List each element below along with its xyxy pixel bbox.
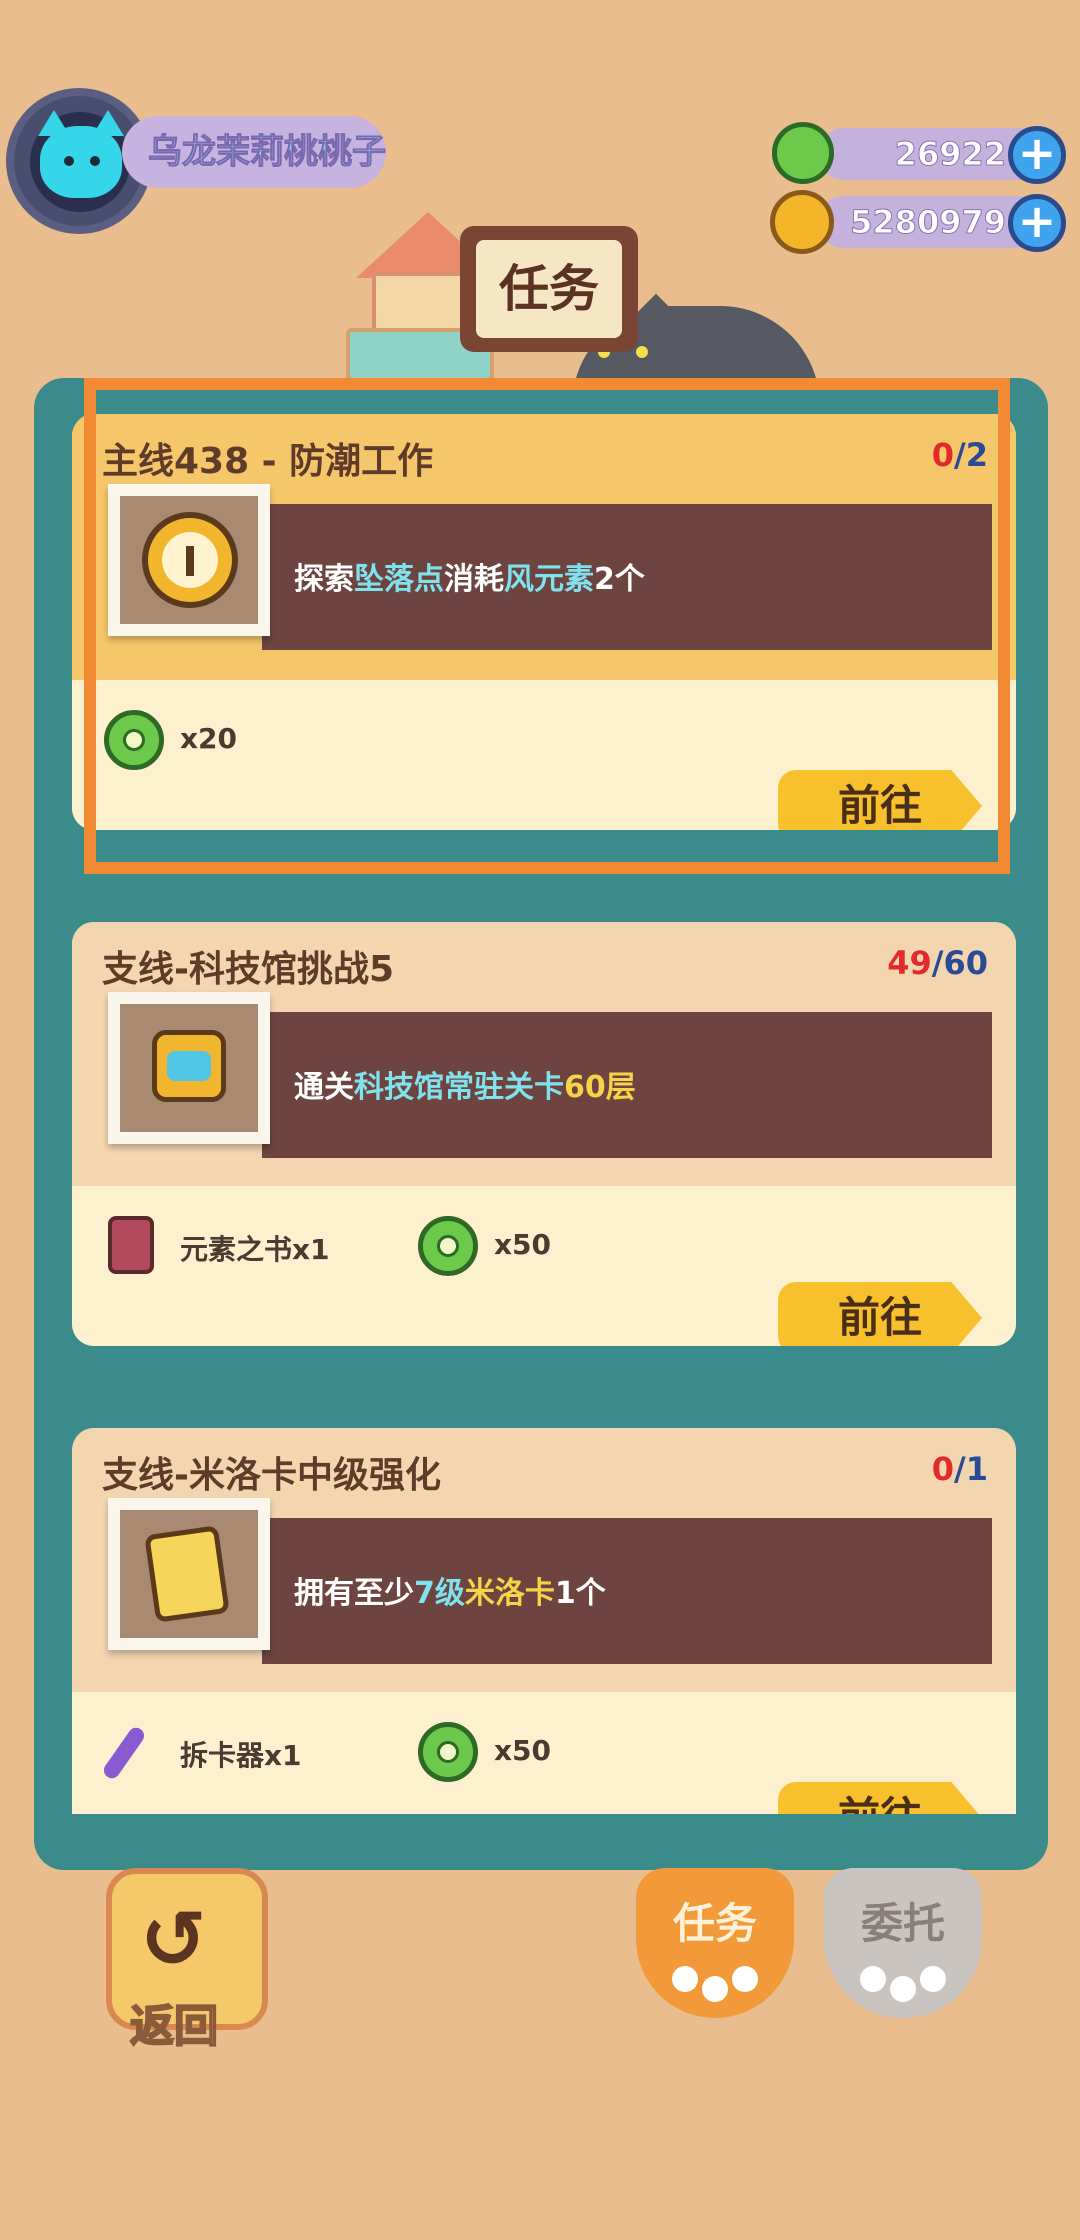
quest-thumbnail bbox=[108, 992, 270, 1144]
element-book-icon bbox=[108, 1216, 154, 1274]
quest-rewards-area: 元素之书x1 x50 前往 bbox=[72, 1186, 1016, 1346]
quest-title: 支线-科技馆挑战5 bbox=[102, 949, 394, 990]
green-donut-coin-icon bbox=[418, 1216, 478, 1276]
page-title: 任务 bbox=[476, 240, 622, 338]
quest-progress: 49/60 bbox=[887, 944, 988, 982]
green-donut-coin-icon bbox=[772, 122, 834, 184]
reward-amount: x50 bbox=[494, 1228, 552, 1261]
go-button[interactable]: 前往 bbox=[778, 1282, 982, 1346]
paw-pad-icon bbox=[920, 1966, 946, 1992]
reward-item: 拆卡器x1 bbox=[180, 1739, 302, 1772]
gold-planet-coin-icon bbox=[770, 190, 834, 254]
tab-commission-label: 委托 bbox=[860, 1899, 945, 1948]
quest-card-2: 支线-科技馆挑战5 49/60 通关科技馆常驻关卡60层 元素之书x1 x50 … bbox=[72, 922, 1016, 1346]
card-remover-icon bbox=[100, 1724, 148, 1782]
quest-description: 通关科技馆常驻关卡60层 bbox=[294, 1070, 636, 1105]
paw-pad-icon bbox=[702, 1976, 728, 2002]
quest-description-bar: 拥有至少7级米洛卡1个 bbox=[262, 1518, 992, 1664]
cat-eye-right bbox=[636, 346, 648, 358]
bunny-card-icon bbox=[144, 1525, 230, 1623]
add-currency-2-button[interactable]: + bbox=[1008, 194, 1066, 252]
quest-card-3-clip: 支线-米洛卡中级强化 0/1 拥有至少7级米洛卡1个 拆卡器x1 x50 前往 bbox=[72, 1428, 1016, 1814]
reward-item: 元素之书x1 bbox=[180, 1233, 330, 1266]
paw-pad-icon bbox=[890, 1976, 916, 2002]
cat-face-icon bbox=[38, 110, 124, 198]
add-currency-1-button[interactable]: + bbox=[1008, 126, 1066, 184]
tab-quests[interactable]: 任务 bbox=[636, 1868, 794, 2018]
paw-pad-icon bbox=[732, 1966, 758, 1992]
quest-progress: 0/1 bbox=[931, 1450, 988, 1488]
quest-description-bar: 通关科技馆常驻关卡60层 bbox=[262, 1012, 992, 1158]
go-button[interactable]: 前往 bbox=[778, 1782, 982, 1814]
green-donut-coin-icon bbox=[418, 1722, 478, 1782]
tab-quests-label: 任务 bbox=[672, 1899, 757, 1948]
player-name: 乌龙茉莉桃桃子 bbox=[148, 132, 387, 173]
currency-value-1: 26922 bbox=[894, 135, 1006, 174]
paw-pad-icon bbox=[860, 1966, 886, 1992]
quest-title: 支线-米洛卡中级强化 bbox=[102, 1455, 441, 1496]
back-arrow-icon: ↺ bbox=[140, 1893, 208, 1986]
quest-card-3: 支线-米洛卡中级强化 0/1 拥有至少7级米洛卡1个 拆卡器x1 x50 前往 bbox=[72, 1428, 1016, 1814]
back-label: 返回 bbox=[129, 2000, 219, 2053]
tab-commission[interactable]: 委托 bbox=[824, 1868, 982, 2018]
quest-description: 拥有至少7级米洛卡1个 bbox=[294, 1576, 606, 1611]
quest-thumbnail bbox=[108, 1498, 270, 1650]
currency-value-2: 5280979 bbox=[850, 203, 1007, 242]
quest-rewards-area: 拆卡器x1 x50 前往 bbox=[72, 1692, 1016, 1814]
selection-highlight bbox=[84, 378, 1010, 874]
paw-pad-icon bbox=[672, 1966, 698, 1992]
robot-icon bbox=[152, 1030, 226, 1102]
reward-amount: x50 bbox=[494, 1734, 552, 1767]
